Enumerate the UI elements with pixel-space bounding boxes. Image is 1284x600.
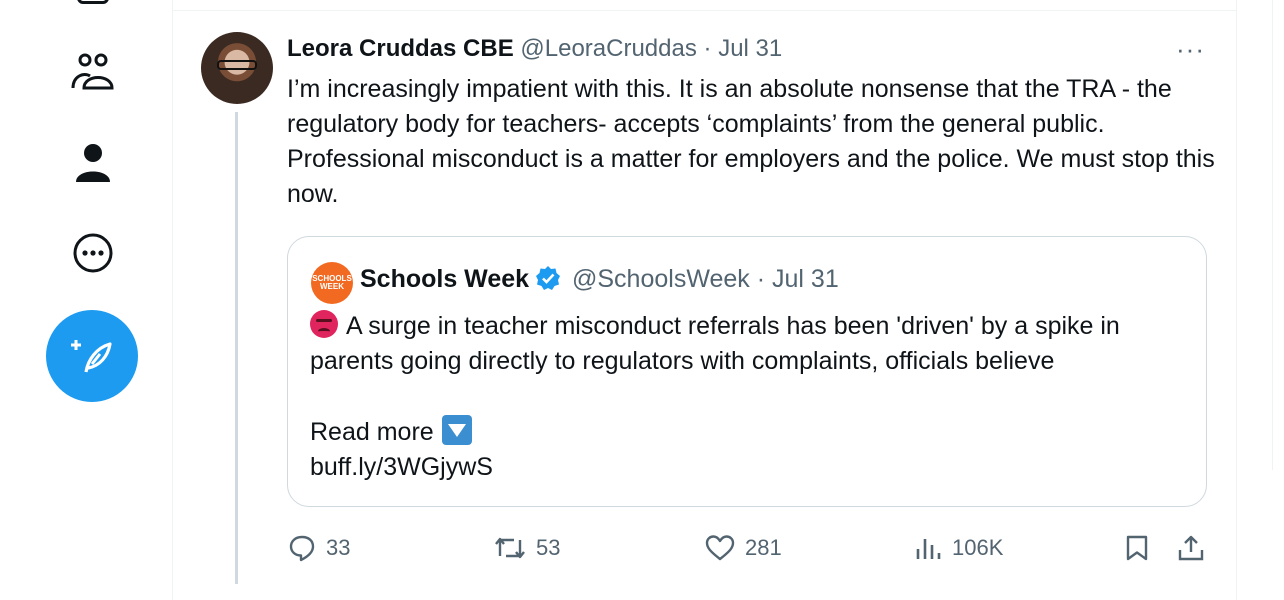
reply-button[interactable]: 33	[288, 531, 350, 565]
author-handle[interactable]: @LeoraCruddas	[520, 35, 696, 62]
reply-count: 33	[326, 535, 351, 560]
angry-face-icon	[310, 310, 338, 338]
compose-button[interactable]	[46, 310, 138, 402]
quote-separator: ·	[756, 265, 766, 293]
views-button[interactable]: 106K	[914, 531, 1003, 565]
share-icon	[1178, 535, 1204, 561]
verified-badge-icon	[535, 265, 561, 299]
more-options-button[interactable]: ···	[1176, 36, 1205, 62]
views-icon	[916, 539, 941, 559]
quote-author-name[interactable]: Schools Week	[360, 265, 529, 293]
more-circle-icon[interactable]	[70, 230, 116, 276]
author-name[interactable]: Leora Cruddas CBE	[287, 35, 514, 62]
quoted-tweet[interactable]: SCHOOLS WEEK Schools Week @SchoolsWeek ·…	[287, 236, 1207, 507]
partial-nav-icon[interactable]	[77, 0, 109, 4]
bookmark-button[interactable]	[1124, 531, 1150, 565]
bookmark-icon	[1126, 535, 1148, 561]
column-border-right	[1236, 0, 1237, 600]
like-button[interactable]: 281	[705, 531, 782, 565]
read-more-line: Read more	[310, 415, 472, 450]
previous-post-divider	[173, 10, 1236, 11]
tweet-text: I’m increasingly impatient with this. It…	[287, 75, 1215, 208]
thread-line	[235, 112, 238, 584]
view-count: 106K	[952, 535, 1004, 560]
profile-icon[interactable]	[70, 140, 116, 186]
quote-avatar[interactable]: SCHOOLS WEEK	[311, 262, 353, 304]
quote-link[interactable]: buff.ly/3WGjywS	[310, 450, 493, 485]
tweet-date[interactable]: Jul 31	[718, 35, 782, 62]
quote-header: Schools Week @SchoolsWeek · Jul 31	[360, 263, 839, 299]
like-icon	[705, 535, 735, 561]
like-count: 281	[745, 535, 782, 560]
sidebar-edge	[1272, 0, 1273, 470]
compose-icon	[71, 340, 112, 373]
quote-text-block: A surge in teacher misconduct referrals …	[310, 309, 1190, 379]
down-arrow-icon	[441, 415, 472, 445]
quote-text: A surge in teacher misconduct referrals …	[310, 312, 1120, 375]
quote-date[interactable]: Jul 31	[772, 265, 839, 293]
repost-icon	[495, 537, 525, 559]
avatar[interactable]	[201, 32, 273, 104]
tweet-header: Leora Cruddas CBE @LeoraCruddas · Jul 31	[287, 33, 782, 65]
communities-icon[interactable]	[70, 50, 116, 96]
share-button[interactable]	[1177, 531, 1205, 565]
avatar-glasses	[217, 60, 257, 70]
column-border-left	[172, 0, 173, 600]
reply-icon	[289, 535, 315, 562]
repost-count: 53	[536, 535, 561, 560]
repost-button[interactable]: 53	[494, 531, 560, 565]
left-nav-rail	[0, 0, 172, 600]
quote-handle[interactable]: @SchoolsWeek	[572, 265, 750, 293]
separator: ·	[703, 35, 712, 62]
read-more-text: Read more	[310, 418, 434, 446]
